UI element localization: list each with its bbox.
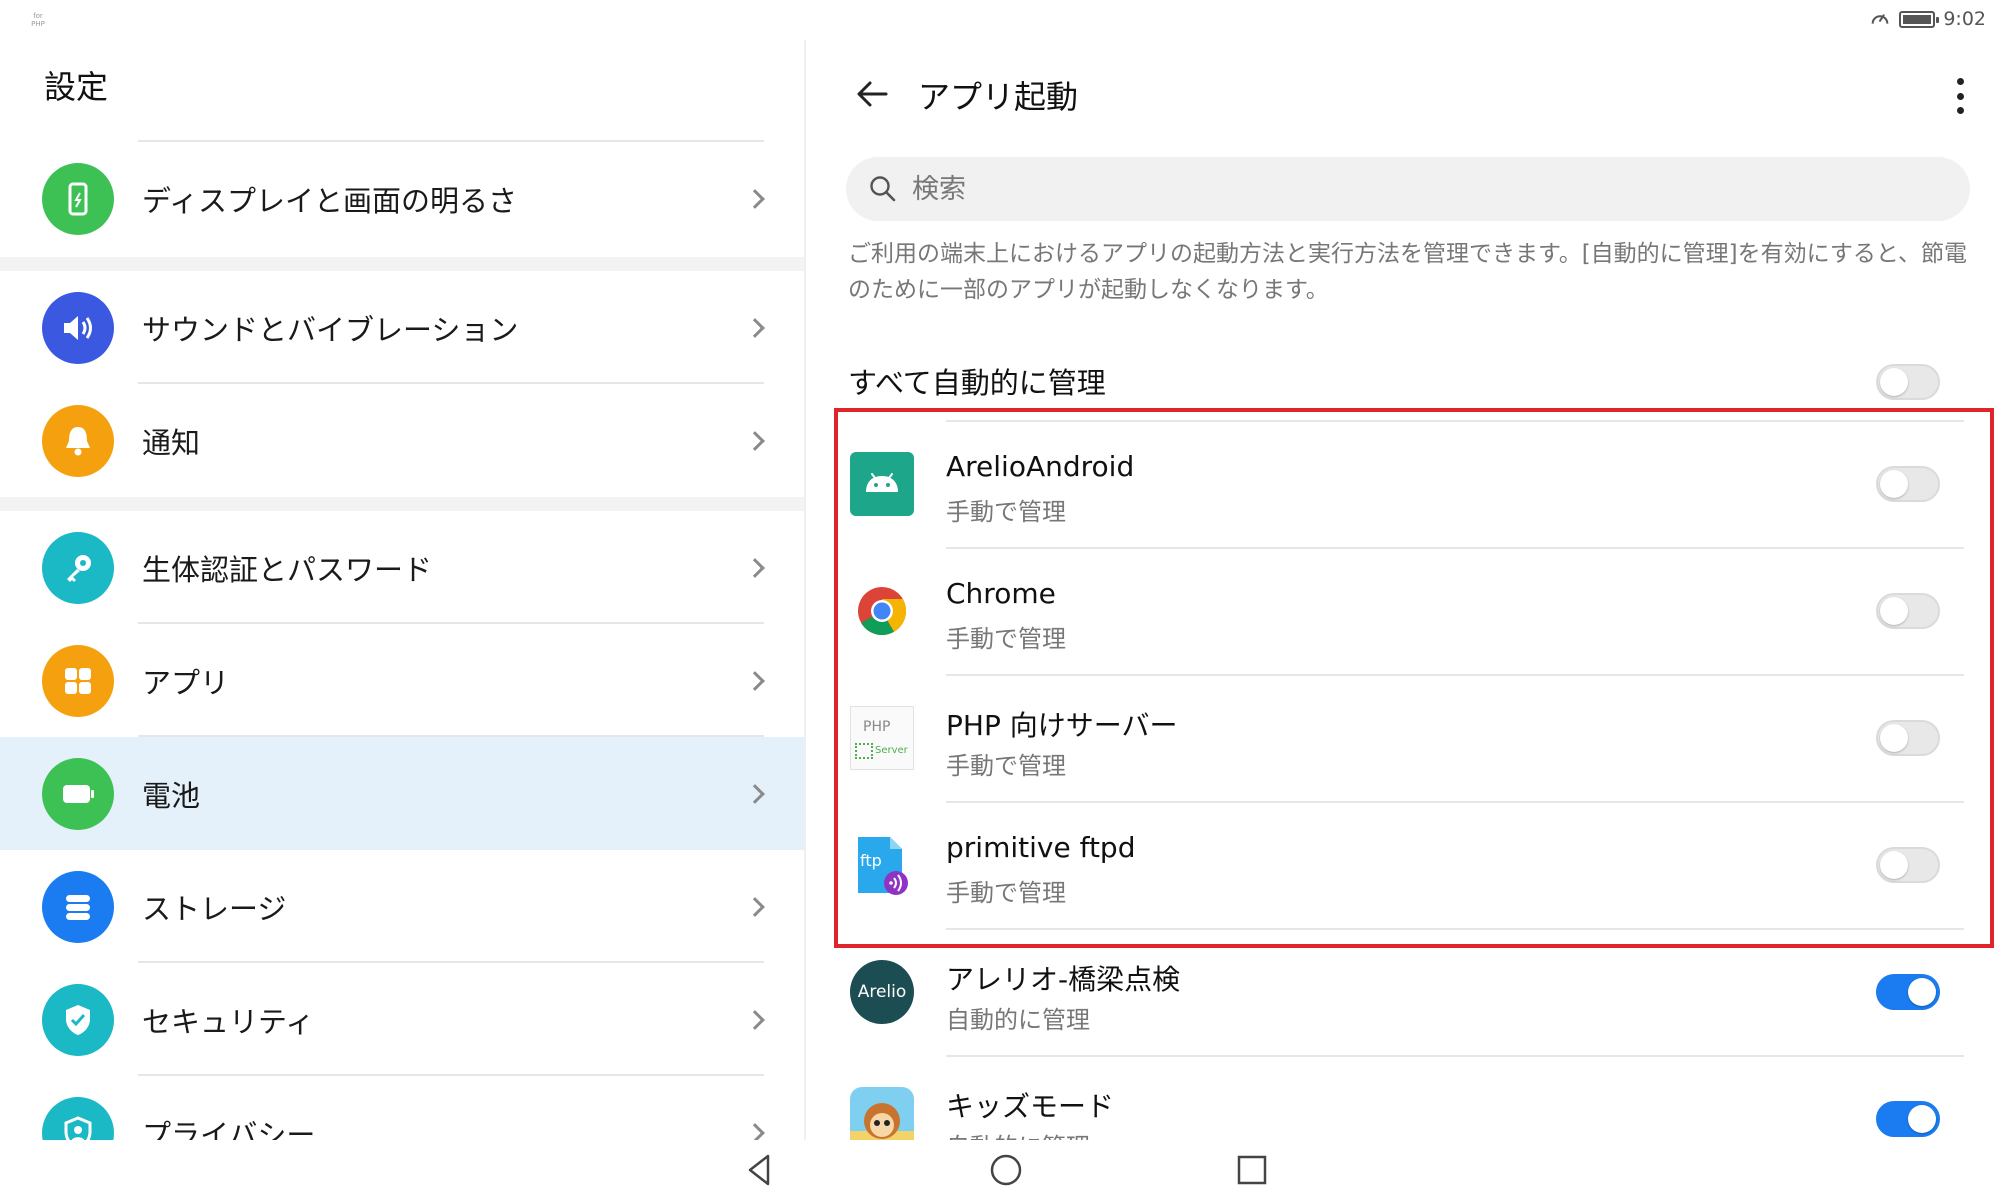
settings-item-label: セキュリティ	[142, 1004, 315, 1039]
chevron-right-icon	[745, 896, 765, 917]
search-icon	[870, 176, 896, 202]
recents-nav-icon[interactable]	[1232, 1150, 1272, 1190]
settings-item-apps[interactable]: アプリ	[0, 624, 804, 737]
app-toggle[interactable]	[1876, 1101, 1940, 1137]
app-row-arelio-android[interactable]: ArelioAndroid 手動で管理	[806, 420, 2000, 547]
settings-item-label: 生体認証とパスワード	[142, 552, 433, 587]
sound-icon	[42, 291, 114, 364]
app-status: 手動で管理	[946, 625, 1066, 653]
chevron-right-icon	[745, 783, 765, 804]
settings-item-battery[interactable]: 電池	[0, 737, 804, 850]
settings-item-display[interactable]: ディスプレイと画面の明るさ	[0, 140, 804, 257]
display-icon	[42, 162, 114, 235]
app-name: アレリオ-橋梁点検	[946, 963, 1181, 996]
bell-icon	[42, 404, 114, 477]
chevron-right-icon	[745, 557, 765, 578]
android-icon	[850, 452, 914, 516]
app-status: 手動で管理	[946, 752, 1066, 780]
chrome-icon	[850, 579, 914, 643]
app-row-chrome[interactable]: Chrome 手動で管理	[806, 547, 2000, 674]
php-notification-text: for PHP	[31, 12, 45, 28]
settings-item-biometrics[interactable]: 生体認証とパスワード	[0, 511, 804, 624]
back-arrow-icon[interactable]	[852, 74, 892, 114]
home-nav-icon[interactable]	[986, 1150, 1026, 1190]
app-row-php-server[interactable]: PHP Server PHP 向けサーバー 手動で管理	[806, 674, 2000, 801]
chevron-right-icon	[745, 317, 765, 338]
chevron-right-icon	[745, 670, 765, 691]
settings-item-label: プライバシー	[142, 1117, 316, 1141]
battery-icon	[1899, 10, 1940, 28]
chevron-right-icon	[745, 1009, 765, 1030]
more-options-icon[interactable]	[1950, 74, 1970, 118]
shield-icon	[42, 983, 114, 1056]
status-indicators: 9:02	[1869, 8, 1986, 30]
chevron-right-icon	[745, 188, 765, 209]
privacy-icon	[42, 1096, 114, 1140]
settings-item-label: アプリ	[142, 665, 230, 700]
arelio-icon-text: Arelio	[857, 982, 907, 1002]
app-list: ArelioAndroid 手動で管理 Chrome 手動で管理 PHP Ser…	[806, 420, 2000, 1140]
speed-icon	[1871, 14, 1889, 24]
manage-all-toggle[interactable]	[1876, 364, 1940, 400]
status-bar: for PHP 9:02	[0, 0, 2000, 40]
settings-item-privacy[interactable]: プライバシー	[0, 1076, 804, 1140]
arelio-icon: Arelio	[850, 960, 914, 1024]
settings-item-notifications[interactable]: 通知	[0, 384, 804, 497]
apps-icon	[42, 644, 114, 717]
ftp-icon-text: ftp	[860, 851, 882, 870]
battery-icon	[42, 757, 114, 830]
settings-panel: 設定 ディスプレイと画面の明るさ サウンドとバイブレーション 通知 生体認証とパ…	[0, 40, 804, 1140]
settings-title: 設定	[44, 68, 109, 106]
app-name: Chrome	[946, 577, 1056, 610]
clock: 9:02	[1943, 8, 1986, 30]
server-icon-text: Server	[875, 745, 908, 756]
app-launch-panel: アプリ起動 ご利用の端末上におけるアプリの起動方法と実行方法を管理できます。[自…	[806, 40, 2000, 1140]
app-row-arelio-bridge[interactable]: Arelio アレリオ-橋梁点検 自動的に管理	[806, 928, 2000, 1055]
app-status: 手動で管理	[946, 879, 1066, 907]
settings-item-label: 通知	[142, 425, 201, 460]
php-notification-icon: for PHP	[26, 12, 50, 32]
app-toggle[interactable]	[1876, 974, 1940, 1010]
app-name: キッズモード	[946, 1090, 1115, 1123]
app-row-primitive-ftpd[interactable]: ftp primitive ftpd 手動で管理	[806, 801, 2000, 928]
app-name: PHP 向けサーバー	[946, 709, 1178, 742]
storage-icon	[42, 870, 114, 943]
settings-list: ディスプレイと画面の明るさ サウンドとバイブレーション 通知 生体認証とパスワー…	[0, 140, 804, 1140]
page-title: アプリ起動	[918, 78, 1079, 116]
php-server-icon: PHP Server	[850, 706, 914, 770]
app-status: 手動で管理	[946, 498, 1066, 526]
app-toggle[interactable]	[1876, 720, 1940, 756]
settings-item-security[interactable]: セキュリティ	[0, 963, 804, 1076]
app-toggle[interactable]	[1876, 847, 1940, 883]
description-text: ご利用の端末上におけるアプリの起動方法と実行方法を管理できます。[自動的に管理]…	[848, 241, 1967, 303]
app-name: primitive ftpd	[946, 831, 1136, 864]
php-icon-text: PHP	[863, 719, 891, 735]
app-status: 自動的に管理	[946, 1127, 1090, 1140]
settings-item-label: サウンドとバイブレーション	[142, 312, 519, 347]
settings-item-label: ストレージ	[142, 891, 287, 926]
settings-item-label: ディスプレイと画面の明るさ	[142, 183, 517, 218]
app-status: 自動的に管理	[946, 1006, 1090, 1034]
key-icon	[42, 531, 114, 604]
settings-item-sound[interactable]: サウンドとバイブレーション	[0, 271, 804, 384]
server-dots	[855, 743, 873, 759]
settings-item-storage[interactable]: ストレージ	[0, 850, 804, 963]
app-toggle[interactable]	[1876, 466, 1940, 502]
kids-mode-icon	[850, 1087, 914, 1140]
manage-all-label: すべて自動的に管理	[848, 366, 1106, 400]
settings-item-label: 電池	[142, 778, 201, 813]
chevron-right-icon	[745, 430, 765, 451]
ftp-icon: ftp	[850, 833, 914, 897]
chevron-right-icon	[745, 1122, 765, 1140]
app-toggle[interactable]	[1876, 593, 1940, 629]
back-nav-icon[interactable]	[740, 1150, 780, 1190]
app-row-kids-mode[interactable]: キッズモード 自動的に管理	[806, 1055, 2000, 1140]
app-name: ArelioAndroid	[946, 450, 1135, 483]
navigation-bar	[0, 1140, 2000, 1200]
search-input[interactable]	[912, 173, 1812, 205]
search-bar[interactable]	[846, 157, 1970, 221]
